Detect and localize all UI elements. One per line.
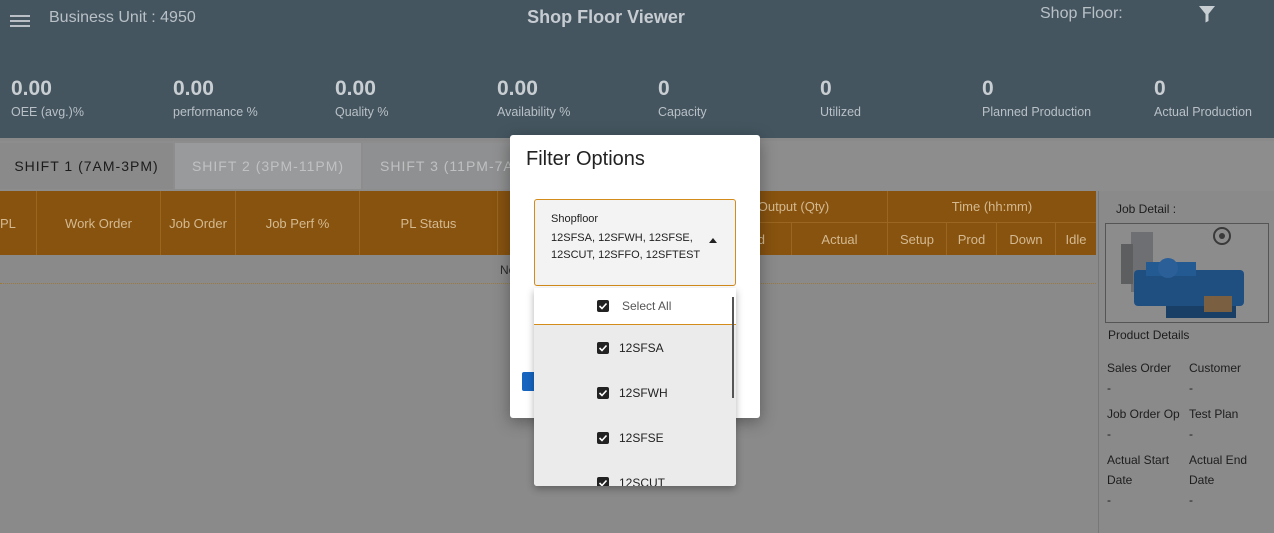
checkbox-checked-icon[interactable] bbox=[597, 341, 609, 354]
metric-quality: 0.00 Quality % bbox=[335, 76, 485, 119]
app-header: Business Unit : 4950 Shop Floor Viewer S… bbox=[0, 0, 1274, 138]
field-value: - bbox=[1107, 493, 1111, 507]
field-sales-order: Sales Order - bbox=[1107, 358, 1171, 398]
metric-value: 0 bbox=[1154, 77, 1166, 100]
select-all-option[interactable]: Select All bbox=[534, 288, 736, 329]
metric-utilized: 0 Utilized bbox=[820, 76, 970, 119]
field-label: Sales Order bbox=[1107, 361, 1172, 375]
metric-label: OEE (avg.)% bbox=[11, 105, 84, 119]
checkbox-checked-icon[interactable] bbox=[597, 476, 609, 486]
metric-label: Utilized bbox=[820, 105, 861, 119]
option-12scut[interactable]: 12SCUT bbox=[534, 460, 736, 486]
field-label: Test Plan bbox=[1189, 407, 1239, 421]
time-group-label: Time (hh:mm) bbox=[951, 199, 1033, 214]
column-group-time: Time (hh:mm) bbox=[888, 191, 1096, 223]
field-label-line2: Date bbox=[1189, 473, 1215, 487]
shop-floor-label: Shop Floor: bbox=[1040, 5, 1123, 22]
column-header-idle: Idle bbox=[1065, 231, 1087, 247]
metric-label: Actual Production bbox=[1154, 105, 1252, 119]
field-value: - bbox=[1189, 381, 1193, 395]
field-value: - bbox=[1189, 427, 1193, 441]
option-label: 12SFSE bbox=[619, 430, 664, 445]
field-value: - bbox=[1189, 493, 1193, 507]
field-actual-end-date: Actual End Date - bbox=[1189, 450, 1247, 510]
metric-label: Capacity bbox=[658, 105, 707, 119]
metric-label: Planned Production bbox=[982, 105, 1092, 119]
checkbox-checked-icon[interactable] bbox=[597, 300, 609, 312]
column-header-pl: PL bbox=[0, 191, 37, 255]
metric-value: 0 bbox=[820, 77, 832, 100]
metric-label: Availability % bbox=[497, 105, 571, 119]
select-value-line-2: 12SCUT, 12SFFO, 12SFTEST bbox=[551, 249, 701, 261]
column-header-down: Down bbox=[997, 223, 1056, 255]
column-header-setup: Setup bbox=[888, 223, 947, 255]
field-value: - bbox=[1107, 427, 1111, 441]
checkbox-checked-icon[interactable] bbox=[597, 431, 609, 444]
field-value: - bbox=[1107, 381, 1111, 395]
tab-shift-1[interactable]: SHIFT 1 (7AM-3PM) bbox=[0, 143, 173, 189]
field-customer: Customer - bbox=[1189, 358, 1241, 398]
metric-performance: 0.00 performance % bbox=[173, 76, 323, 119]
filter-icon[interactable] bbox=[1197, 4, 1217, 24]
page-title: Shop Floor Viewer bbox=[527, 7, 685, 27]
caret-up-icon[interactable] bbox=[709, 238, 717, 243]
field-label: Job Order Op bbox=[1107, 407, 1180, 421]
select-value: 12SFSA, 12SFWH, 12SFSE, 12SCUT, 12SFFO, … bbox=[551, 230, 711, 264]
metric-label: Quality % bbox=[335, 105, 389, 119]
field-label: Actual Start bbox=[1107, 453, 1170, 467]
column-header-pl-status: PL Status bbox=[360, 191, 498, 255]
field-test-plan: Test Plan - bbox=[1189, 404, 1238, 444]
metric-value: 0 bbox=[982, 77, 994, 100]
product-details-title: Product Details bbox=[1108, 328, 1190, 342]
column-header-job-order: Job Order bbox=[161, 191, 236, 255]
metric-value: 0.00 bbox=[11, 77, 52, 100]
select-value-line-1: 12SFSA, 12SFWH, 12SFSE, bbox=[551, 232, 693, 244]
shopfloor-select[interactable]: Shopfloor 12SFSA, 12SFWH, 12SFSE, 12SCUT… bbox=[534, 199, 736, 286]
metric-value: 0.00 bbox=[335, 77, 376, 100]
dropdown-scrollbar[interactable] bbox=[732, 297, 734, 398]
job-detail-panel: Job Detail : Product Details Sales Order… bbox=[1098, 191, 1274, 533]
tab-shift-2[interactable]: SHIFT 2 (3PM-11PM) bbox=[175, 143, 361, 189]
option-label: 12SCUT bbox=[619, 475, 666, 487]
column-header-actual: Actual bbox=[792, 223, 888, 255]
metric-oee: 0.00 OEE (avg.)% bbox=[11, 76, 161, 119]
field-actual-start-date: Actual Start Date - bbox=[1107, 450, 1169, 510]
metric-capacity: 0 Capacity bbox=[658, 76, 808, 119]
option-label: Select All bbox=[622, 299, 672, 313]
metric-value: 0.00 bbox=[173, 77, 214, 100]
option-label: 12SFWH bbox=[619, 385, 668, 400]
option-12sfse[interactable]: 12SFSE bbox=[534, 415, 736, 460]
output-group-label: Output (Qty) bbox=[757, 199, 830, 214]
field-label: Actual End bbox=[1189, 453, 1248, 467]
metric-availability: 0.00 Availability % bbox=[497, 76, 647, 119]
select-label: Shopfloor bbox=[551, 213, 599, 225]
metric-actual-production: 0 Actual Production bbox=[1154, 76, 1269, 119]
machine-image bbox=[1105, 223, 1269, 323]
field-label-line2: Date bbox=[1107, 473, 1133, 487]
option-12sfsa[interactable]: 12SFSA bbox=[534, 325, 736, 370]
metric-value: 0 bbox=[658, 77, 670, 100]
metric-label: performance % bbox=[173, 105, 258, 119]
field-label: Customer bbox=[1189, 361, 1242, 375]
option-12sfwh[interactable]: 12SFWH bbox=[534, 370, 736, 415]
checkbox-checked-icon[interactable] bbox=[597, 386, 609, 399]
tab-shift-3[interactable]: SHIFT 3 (11PM-7A bbox=[363, 143, 523, 189]
metric-planned-production: 0 Planned Production bbox=[982, 76, 1132, 119]
metric-value: 0.00 bbox=[497, 77, 538, 100]
column-header-prod: Prod bbox=[947, 223, 997, 255]
option-label: 12SFSA bbox=[619, 340, 664, 355]
column-header-work-order: Work Order bbox=[37, 191, 161, 255]
field-job-order-op: Job Order Op - bbox=[1107, 404, 1180, 444]
job-detail-title: Job Detail : bbox=[1116, 202, 1177, 216]
column-header-job-perf: Job Perf % bbox=[236, 191, 360, 255]
dialog-title: Filter Options bbox=[526, 148, 645, 170]
shopfloor-dropdown: Select All 12SFSA 12SFWH 12SFSE 12SCUT bbox=[534, 288, 736, 486]
